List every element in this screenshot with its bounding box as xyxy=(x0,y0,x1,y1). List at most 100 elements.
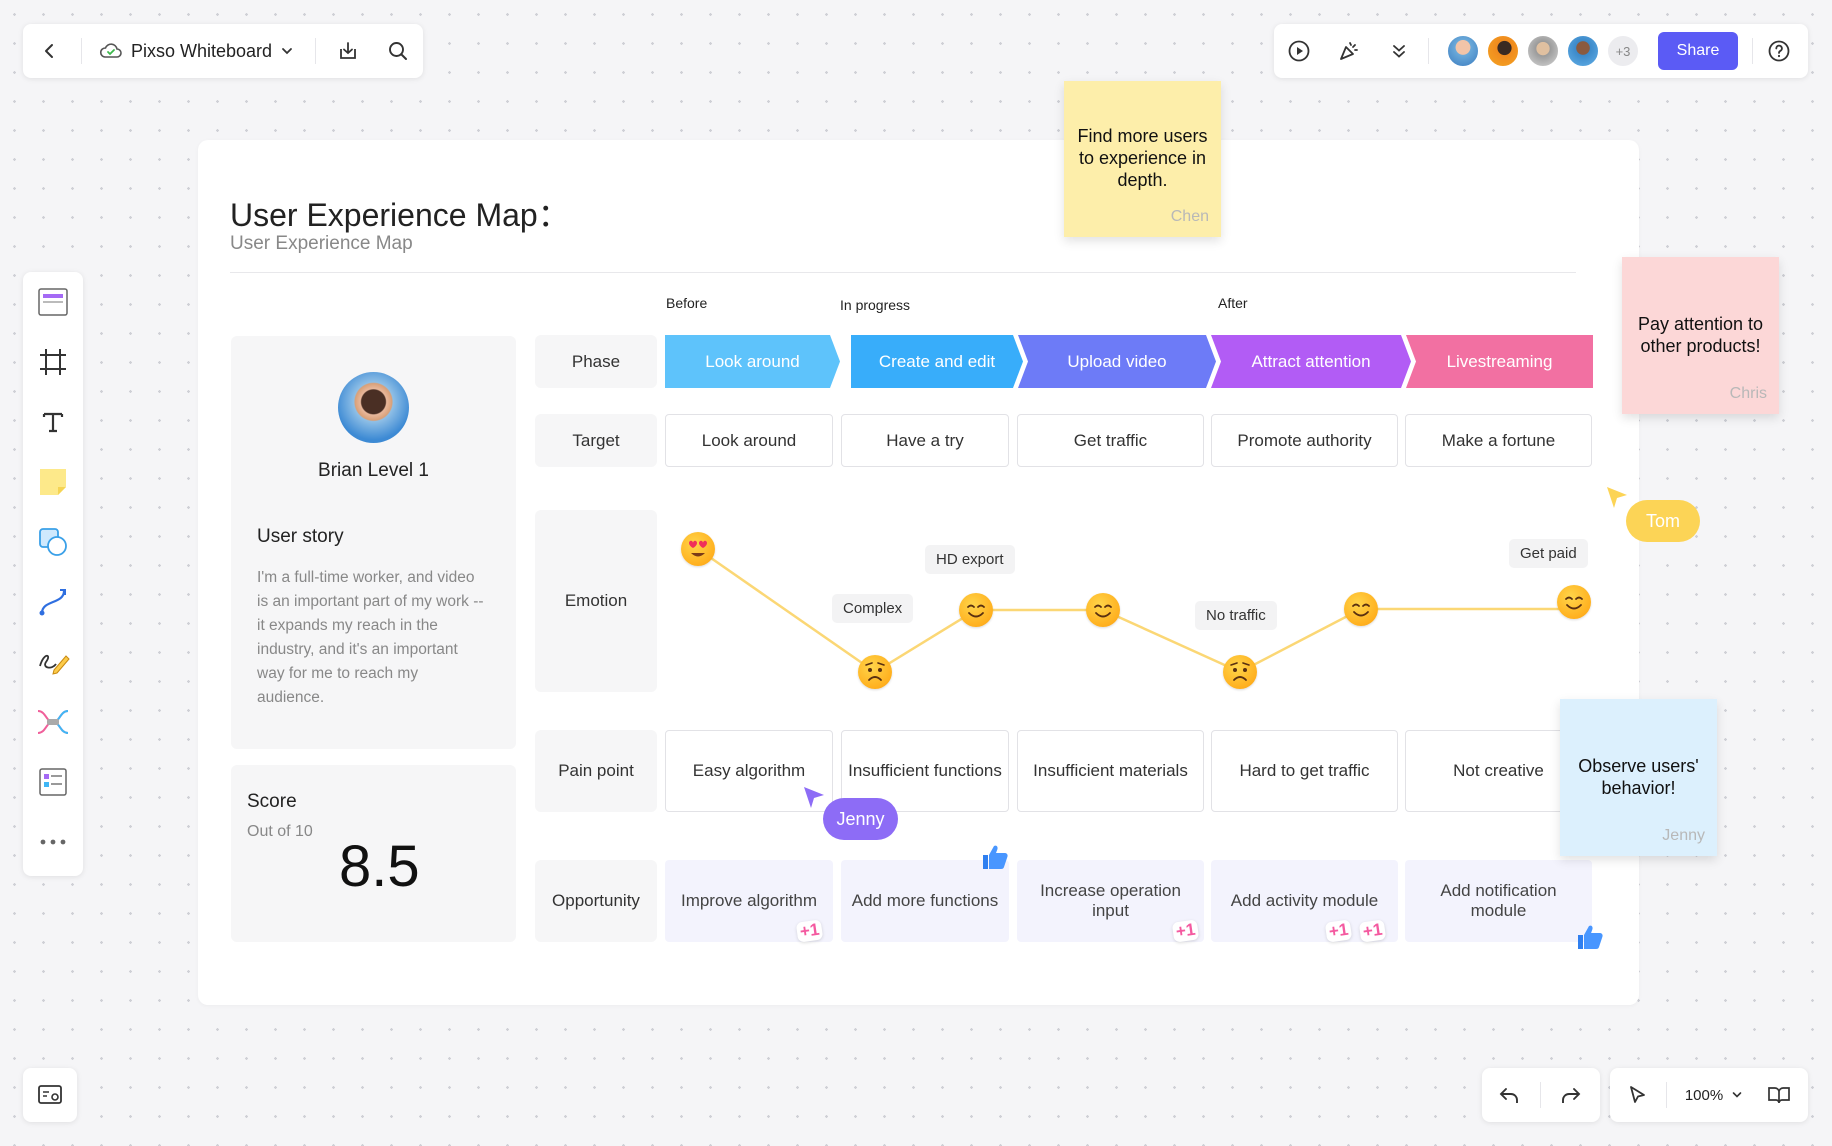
avatar[interactable] xyxy=(1446,34,1480,68)
opportunity-cell[interactable]: Add notification module xyxy=(1405,860,1592,942)
zoom-dropdown[interactable]: 100% xyxy=(1676,1080,1752,1110)
persona-name: Brian Level 1 xyxy=(318,460,429,481)
mindmap-icon xyxy=(37,710,69,734)
target-cell[interactable]: Get traffic xyxy=(1017,414,1204,467)
vote-badge[interactable]: +1 xyxy=(1171,919,1200,943)
sticky-note[interactable]: Find more users to experience in depth. … xyxy=(1064,81,1221,237)
book-view-button[interactable] xyxy=(1764,1080,1794,1110)
celebrate-button[interactable] xyxy=(1334,36,1364,66)
sticky-note[interactable]: Pay attention to other products! Chris xyxy=(1622,257,1779,414)
redo-button[interactable] xyxy=(1556,1080,1586,1110)
thumbs-up-icon xyxy=(983,845,1008,869)
component-tool[interactable] xyxy=(33,762,73,802)
select-tool-button[interactable] xyxy=(1622,1080,1652,1110)
file-toolbar: Pixso Whiteboard xyxy=(23,24,423,78)
connector-tool[interactable] xyxy=(33,582,73,622)
connector-icon xyxy=(39,589,66,616)
pain-point-cell[interactable]: Hard to get traffic xyxy=(1211,730,1398,812)
emotion-label: Complex xyxy=(832,594,914,623)
score-value: 8.5 xyxy=(339,834,420,899)
sticky-author: Chris xyxy=(1729,385,1767,403)
heart-eyes-emoji-icon xyxy=(681,532,715,566)
target-cell[interactable]: Look around xyxy=(665,414,833,467)
smile-emoji-icon xyxy=(1086,593,1120,627)
help-icon xyxy=(1768,40,1790,62)
avatar[interactable] xyxy=(1566,34,1600,68)
cursor-arrow-icon xyxy=(1630,1086,1645,1103)
stage-label: After xyxy=(1218,295,1248,311)
frame-tool[interactable] xyxy=(33,342,73,382)
target-cell[interactable]: Have a try xyxy=(841,414,1009,467)
phase-step[interactable]: Look around xyxy=(665,335,840,388)
more-collaborators-badge[interactable]: +3 xyxy=(1606,34,1640,68)
vote-badge[interactable]: +1 xyxy=(1358,919,1387,943)
score-title: Score xyxy=(247,791,297,812)
vote-badge[interactable]: +1 xyxy=(795,919,824,943)
score-subtitle: Out of 10 xyxy=(247,823,313,840)
pain-point-cell[interactable]: Insufficient materials xyxy=(1017,730,1204,812)
file-name-dropdown[interactable]: Pixso Whiteboard xyxy=(99,34,319,68)
vote-badge[interactable]: +1 xyxy=(1324,919,1353,943)
avatar[interactable] xyxy=(1526,34,1560,68)
redo-icon xyxy=(1562,1088,1581,1103)
shapes-icon xyxy=(39,528,67,556)
more-tools-button[interactable] xyxy=(1384,36,1414,66)
row-label-phase: Phase xyxy=(535,335,657,388)
template-tool[interactable] xyxy=(33,282,73,322)
title-divider xyxy=(230,272,1576,273)
present-button[interactable] xyxy=(1284,36,1314,66)
smile-emoji-icon xyxy=(959,593,993,627)
sticky-text: Observe users' behavior! xyxy=(1578,755,1699,798)
avatar[interactable] xyxy=(1486,34,1520,68)
opportunity-cell[interactable]: Add more functions xyxy=(841,860,1009,942)
chevron-left-icon xyxy=(45,44,53,58)
chevron-down-icon xyxy=(1732,1092,1742,1098)
emotion-label: No traffic xyxy=(1195,601,1277,630)
row-label-opportunity: Opportunity xyxy=(535,860,657,942)
component-icon xyxy=(39,768,67,796)
book-icon xyxy=(1768,1087,1790,1104)
template-icon xyxy=(38,288,68,316)
shape-tool[interactable] xyxy=(33,522,73,562)
pen-icon xyxy=(39,654,70,675)
stage-label: Before xyxy=(666,295,708,311)
page-subtitle: User Experience Map xyxy=(230,233,413,254)
experience-map-board: User Experience Map： User Experience Map… xyxy=(198,140,1639,1005)
score-card: Score Out of 10 8.5 xyxy=(231,765,516,942)
phase-step[interactable]: Create and edit xyxy=(851,335,1023,388)
zoom-panel: 100% xyxy=(1610,1068,1808,1122)
emotion-label: HD export xyxy=(925,545,1015,574)
sticky-note[interactable]: Observe users' behavior! Jenny xyxy=(1560,699,1717,856)
mindmap-tool[interactable] xyxy=(33,702,73,742)
page-title: User Experience Map： xyxy=(230,197,570,233)
more-tools-button[interactable] xyxy=(33,822,73,862)
undo-button[interactable] xyxy=(1494,1080,1524,1110)
target-cell[interactable]: Make a fortune xyxy=(1405,414,1592,467)
row-label-target: Target xyxy=(535,414,657,467)
back-button[interactable] xyxy=(35,36,65,66)
cloud-sync-icon xyxy=(99,43,122,58)
sticky-text: Pay attention to other products! xyxy=(1637,313,1764,356)
frame-icon xyxy=(40,349,66,375)
target-cell[interactable]: Promote authority xyxy=(1211,414,1398,467)
minimap-panel xyxy=(23,1068,77,1122)
phase-step[interactable]: Livestreaming xyxy=(1406,335,1593,388)
help-button[interactable] xyxy=(1764,36,1794,66)
sticky-note-tool[interactable] xyxy=(33,462,73,502)
cursor-arrow-icon xyxy=(1607,487,1627,508)
pen-tool[interactable] xyxy=(33,642,73,682)
minimap-button[interactable] xyxy=(33,1078,67,1112)
persona-card: Brian Level 1 User story I'm a full-time… xyxy=(231,336,516,749)
text-tool[interactable] xyxy=(33,402,73,442)
double-chevron-down-icon xyxy=(1393,45,1405,58)
phase-step[interactable]: Attract attention xyxy=(1211,335,1411,388)
download-button[interactable] xyxy=(333,36,363,66)
phase-step[interactable]: Upload video xyxy=(1018,335,1216,388)
share-button[interactable]: Share xyxy=(1658,32,1738,70)
search-button[interactable] xyxy=(383,36,413,66)
row-label-pain-point: Pain point xyxy=(535,730,657,812)
more-dots-icon xyxy=(40,839,66,845)
minimap-icon xyxy=(38,1085,62,1104)
play-circle-icon xyxy=(1288,40,1310,62)
collab-toolbar: +3 Share xyxy=(1274,24,1808,78)
